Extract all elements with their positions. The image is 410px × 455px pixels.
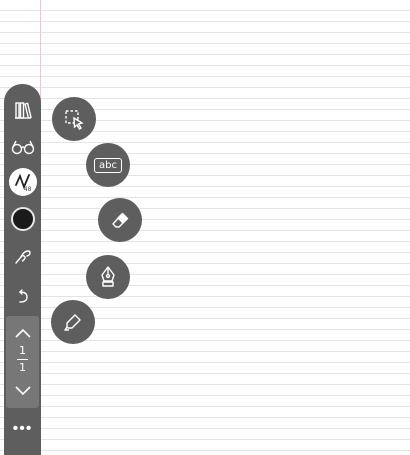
chevron-down-icon (14, 386, 31, 396)
gesture-button[interactable] (4, 240, 41, 274)
reading-mode-button[interactable] (4, 130, 41, 164)
current-page-number: 1 (19, 344, 26, 357)
next-page-button[interactable] (4, 374, 41, 408)
fountain-pen-icon (98, 266, 118, 288)
lasso-select-button[interactable] (52, 97, 96, 141)
handwriting-size-badge: 48 (23, 186, 32, 193)
side-toolbar: 48 1 1 ••• (4, 84, 41, 455)
fraction-bar (17, 359, 28, 360)
ink-color-button[interactable] (4, 202, 41, 236)
lasso-select-icon (63, 108, 85, 130)
undo-icon (15, 289, 31, 305)
eraser-button[interactable] (98, 198, 142, 242)
glasses-icon (10, 139, 36, 155)
fountain-pen-button[interactable] (86, 255, 130, 299)
handwriting-button[interactable]: 48 (4, 165, 41, 199)
gesture-icon (13, 247, 33, 267)
highlighter-icon (63, 312, 83, 332)
page-indicator: 1 1 (6, 345, 39, 374)
total-page-count: 1 (19, 361, 26, 374)
chevron-up-icon (14, 328, 31, 338)
bookshelf-icon (13, 100, 33, 120)
undo-button[interactable] (4, 280, 41, 314)
handwriting-tool-active: 48 (8, 168, 37, 196)
text-box-icon: abc (94, 157, 122, 173)
highlighter-button[interactable] (51, 300, 95, 344)
eraser-icon (110, 210, 130, 230)
more-options-button[interactable]: ••• (4, 421, 41, 437)
notebooks-button[interactable] (4, 93, 41, 127)
ink-color-icon (10, 207, 35, 231)
page-navigator: 1 1 (6, 316, 39, 408)
text-box-button[interactable]: abc (86, 143, 130, 187)
